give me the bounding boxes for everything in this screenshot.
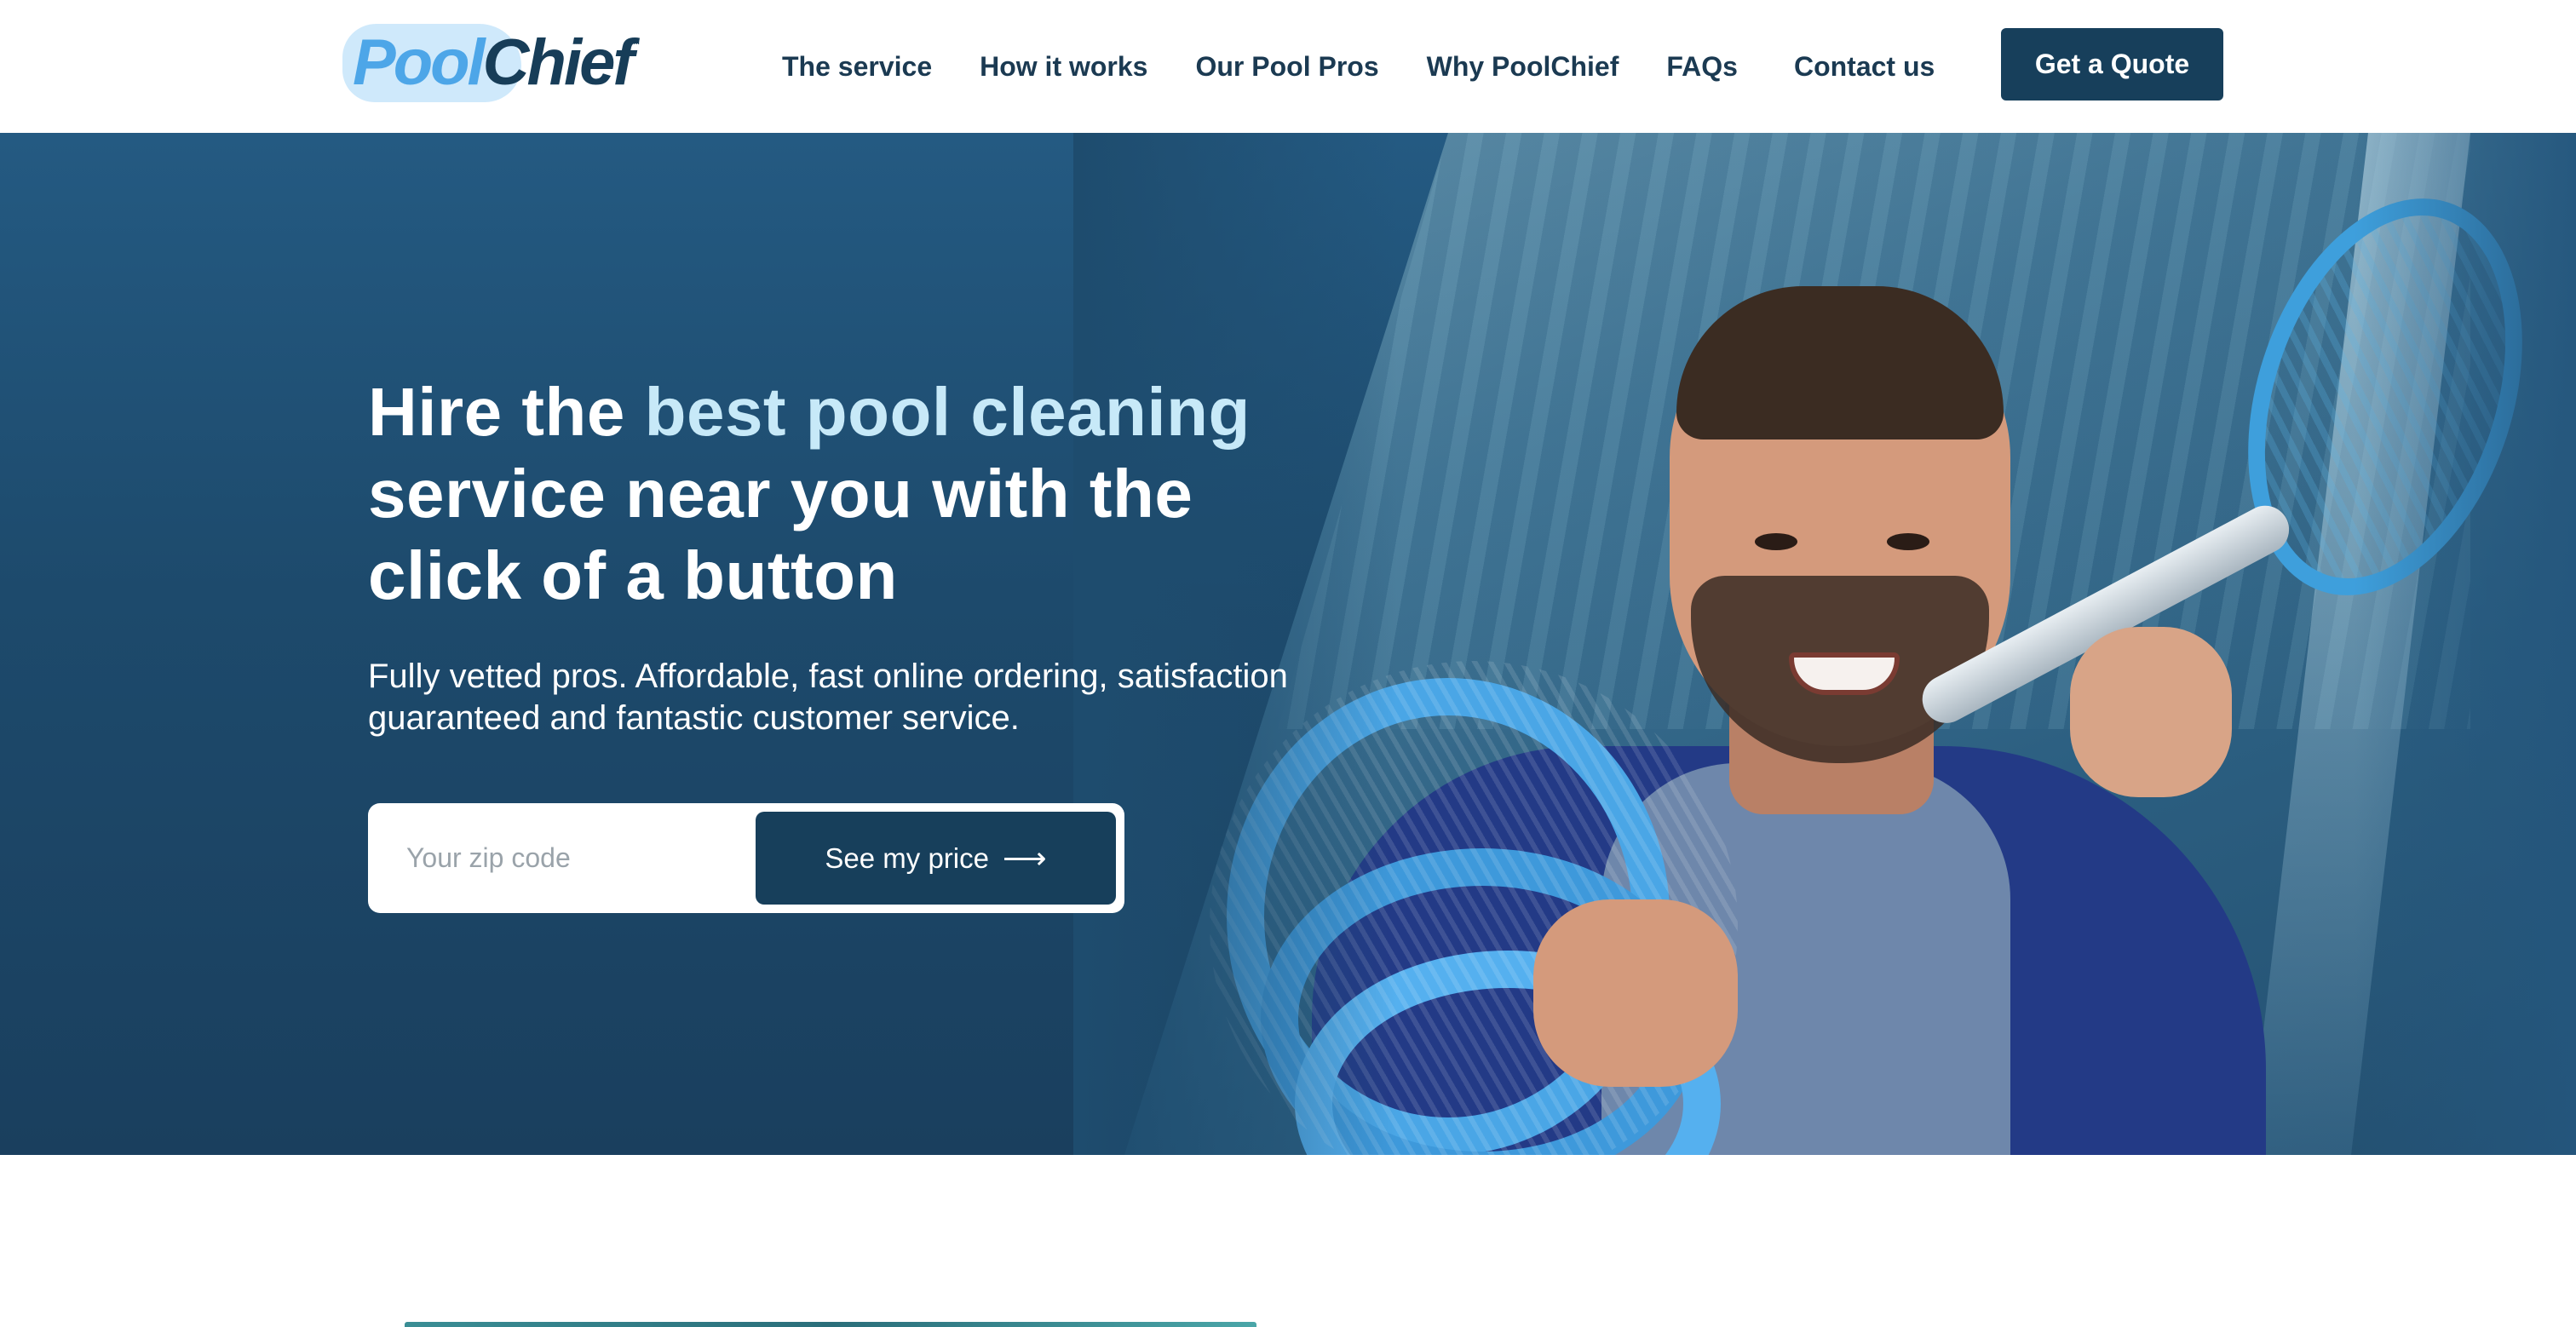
logo-chief-text: Chief	[482, 26, 635, 99]
person-eye	[1887, 533, 1929, 550]
nav-item-why-poolchief[interactable]: Why PoolChief	[1427, 51, 1619, 83]
hero-content: Hire the best pool cleaning service near…	[368, 371, 1305, 739]
site-header: PoolChief ™ The service How it works Our…	[0, 0, 2576, 133]
logo-wordmark: PoolChief	[353, 26, 635, 99]
poolchief-logo[interactable]: PoolChief ™	[342, 20, 649, 106]
person-hand	[1533, 899, 1738, 1087]
headline-text: service near you with the click of a but…	[368, 456, 1193, 613]
hero-section: Hire the best pool cleaning service near…	[0, 133, 2576, 1155]
see-my-price-button[interactable]: See my price ⟶	[756, 812, 1116, 905]
hero-headline: Hire the best pool cleaning service near…	[368, 371, 1305, 617]
section-image-edge	[405, 1322, 1256, 1327]
logo-pool-text: Pool	[353, 26, 486, 99]
nav-item-our-pool-pros[interactable]: Our Pool Pros	[1195, 51, 1378, 83]
zip-code-form: See my price ⟶	[368, 803, 1124, 913]
arrow-right-icon: ⟶	[1002, 840, 1047, 876]
headline-accent-text: best pool cleaning	[644, 374, 1251, 450]
get-a-quote-button[interactable]: Get a Quote	[2001, 28, 2223, 101]
hero-gradient-overlay	[2355, 133, 2576, 1155]
person-smile	[1789, 652, 1900, 695]
hero-subtitle: Fully vetted pros. Affordable, fast onli…	[368, 658, 1288, 737]
see-my-price-label: See my price	[825, 842, 989, 874]
person-eye	[1755, 533, 1797, 550]
content-section	[0, 1155, 2576, 1327]
nav-item-faqs[interactable]: FAQs	[1666, 51, 1738, 83]
person-hand	[2070, 627, 2232, 797]
nav-item-contact-us[interactable]: Contact us	[1794, 51, 1935, 83]
nav-item-the-service[interactable]: The service	[782, 51, 932, 83]
trademark-mark: ™	[629, 37, 641, 51]
headline-text: Hire the	[368, 374, 645, 450]
main-nav: The service How it works Our Pool Pros W…	[782, 0, 1935, 133]
zip-code-input[interactable]	[368, 803, 743, 913]
nav-item-how-it-works[interactable]: How it works	[980, 51, 1147, 83]
